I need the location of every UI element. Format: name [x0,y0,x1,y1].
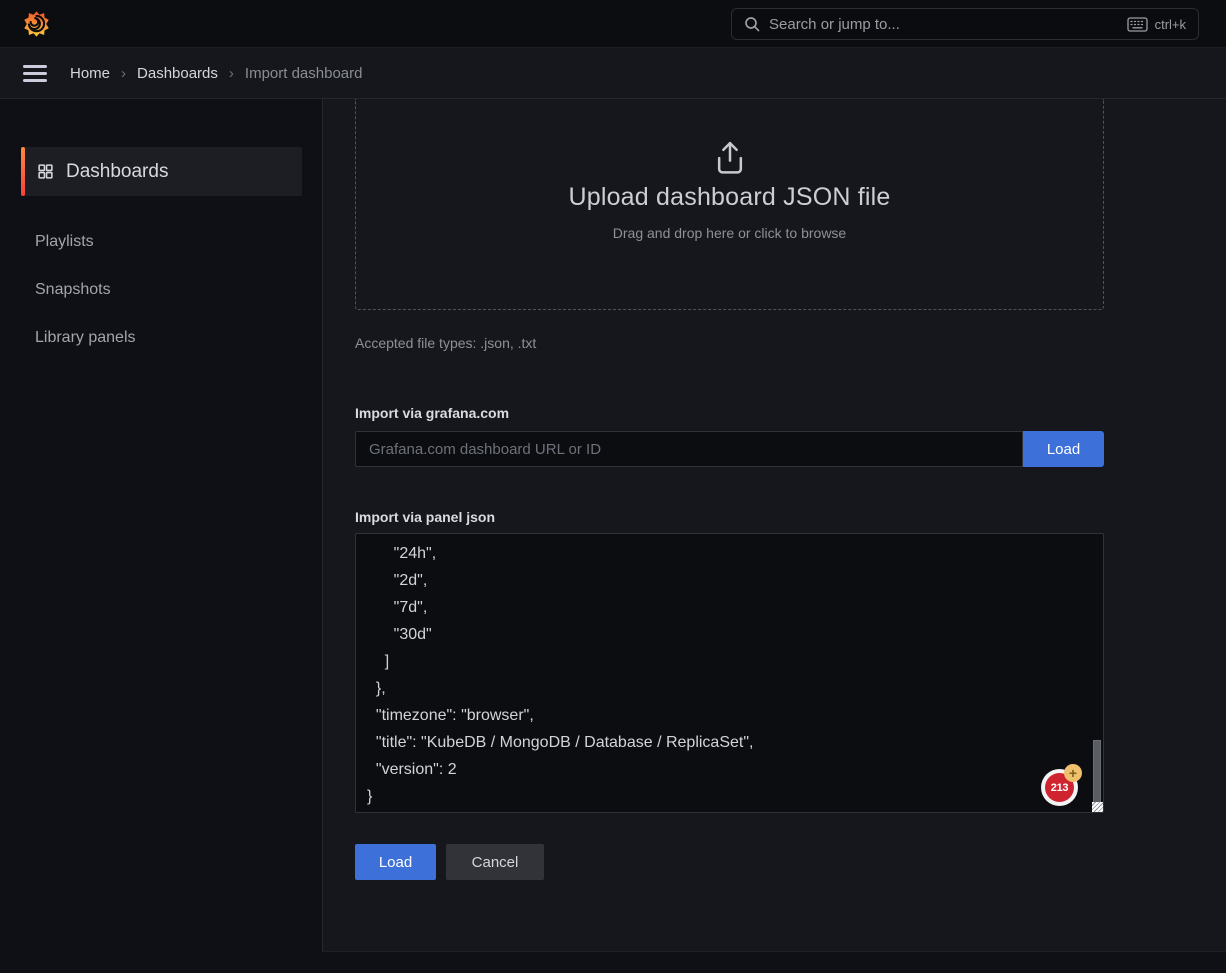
grafana-com-url-input[interactable] [355,431,1023,467]
textarea-resize-grip[interactable] [1092,802,1103,812]
sidebar-item-playlists[interactable]: Playlists [0,218,322,266]
chevron-right-icon: › [229,65,234,82]
dashboards-grid-icon [37,163,54,180]
sidebar-item-label: Dashboards [66,161,168,183]
keyboard-icon [1127,17,1148,32]
upload-subtitle: Drag and drop here or click to browse [613,225,846,241]
form-actions: Load Cancel [355,844,544,880]
top-bar: Search or jump to... ctrl+k [0,0,1226,48]
badge-plus-icon: + [1064,764,1082,782]
notification-count-badge[interactable]: 213 + [1041,769,1078,806]
sidebar-sub-items: Playlists Snapshots Library panels [0,218,322,362]
import-dashboard-pane: Upload dashboard JSON file Drag and drop… [322,99,1226,952]
active-accent-bar [21,147,25,196]
chevron-right-icon: › [121,65,126,82]
panel-json-area: "24h", "2d", "7d", "30d" ] }, "timezone"… [355,533,1104,813]
sidebar-item-snapshots[interactable]: Snapshots [0,266,322,314]
cancel-button[interactable]: Cancel [446,844,544,880]
grafana-com-load-button[interactable]: Load [1023,431,1104,467]
search-button[interactable]: Search or jump to... ctrl+k [731,8,1199,40]
grafana-com-import-label: Import via grafana.com [355,405,509,421]
breadcrumb-bar: Home › Dashboards › Import dashboard [0,48,1226,99]
grafana-import-dashboard-page: Search or jump to... ctrl+k Home › Dashb… [0,0,1226,973]
upload-dropzone[interactable]: Upload dashboard JSON file Drag and drop… [355,99,1104,310]
textarea-scrollbar-thumb[interactable] [1093,740,1101,806]
search-placeholder-text: Search or jump to... [769,16,900,33]
menu-toggle-button[interactable] [23,65,47,82]
load-button[interactable]: Load [355,844,436,880]
sidebar-item-dashboards[interactable]: Dashboards [21,147,302,196]
shortcut-label: ctrl+k [1155,17,1186,32]
panel-json-textarea[interactable]: "24h", "2d", "7d", "30d" ] }, "timezone"… [355,533,1104,813]
accepted-file-types-text: Accepted file types: .json, .txt [355,335,536,351]
search-icon [744,16,760,32]
breadcrumb-item-current: Import dashboard [245,65,363,82]
grafana-com-import-row: Load [355,431,1104,467]
breadcrumb-item-dashboards[interactable]: Dashboards [137,65,218,82]
panel-json-import-label: Import via panel json [355,509,495,525]
search-shortcut: ctrl+k [1127,17,1186,32]
grafana-logo-icon[interactable] [23,10,50,38]
breadcrumb-item-home[interactable]: Home [70,65,110,82]
upload-title: Upload dashboard JSON file [568,183,890,212]
sidebar-item-library-panels[interactable]: Library panels [0,314,322,362]
upload-icon [710,139,750,179]
breadcrumb: Home › Dashboards › Import dashboard [70,65,362,82]
sidebar: Dashboards Playlists Snapshots Library p… [0,99,322,973]
